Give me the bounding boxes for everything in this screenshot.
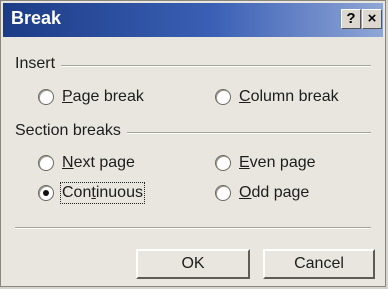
insert-group-label: Insert: [15, 55, 62, 73]
column-break-label: Column break: [239, 88, 339, 105]
continuous-label: Continuous: [60, 182, 145, 204]
radio-circle-column-break[interactable]: [215, 89, 231, 105]
close-button[interactable]: ×: [362, 9, 382, 29]
page-break-radio[interactable]: Page break: [38, 88, 144, 106]
dialog-title: Break: [11, 8, 62, 28]
cancel-button[interactable]: Cancel: [263, 249, 375, 279]
insert-group-rule: [15, 65, 371, 67]
odd-page-radio[interactable]: Odd page: [215, 184, 309, 202]
column-break-radio[interactable]: Column break: [215, 88, 339, 106]
radio-circle-next-page[interactable]: [38, 155, 54, 171]
next-page-label: Next page: [62, 154, 135, 171]
break-dialog: Break ? × Insert Page break Column break…: [0, 0, 386, 287]
question-mark-icon: ?: [346, 10, 356, 27]
continuous-radio[interactable]: Continuous: [38, 182, 145, 204]
even-page-label: Even page: [239, 154, 316, 171]
help-button[interactable]: ?: [341, 9, 361, 29]
radio-circle-odd-page[interactable]: [215, 185, 231, 201]
page-break-label: Page break: [62, 88, 144, 105]
next-page-radio[interactable]: Next page: [38, 154, 135, 172]
radio-circle-continuous[interactable]: [38, 185, 54, 201]
close-icon: ×: [367, 10, 377, 27]
button-separator: [15, 227, 371, 229]
title-bar: Break ? ×: [3, 3, 383, 37]
radio-circle-page-break[interactable]: [38, 89, 54, 105]
odd-page-label: Odd page: [239, 184, 310, 201]
section-group-label: Section breaks: [15, 122, 127, 140]
ok-button[interactable]: OK: [136, 249, 250, 279]
even-page-radio[interactable]: Even page: [215, 154, 316, 172]
radio-circle-even-page[interactable]: [215, 155, 231, 171]
